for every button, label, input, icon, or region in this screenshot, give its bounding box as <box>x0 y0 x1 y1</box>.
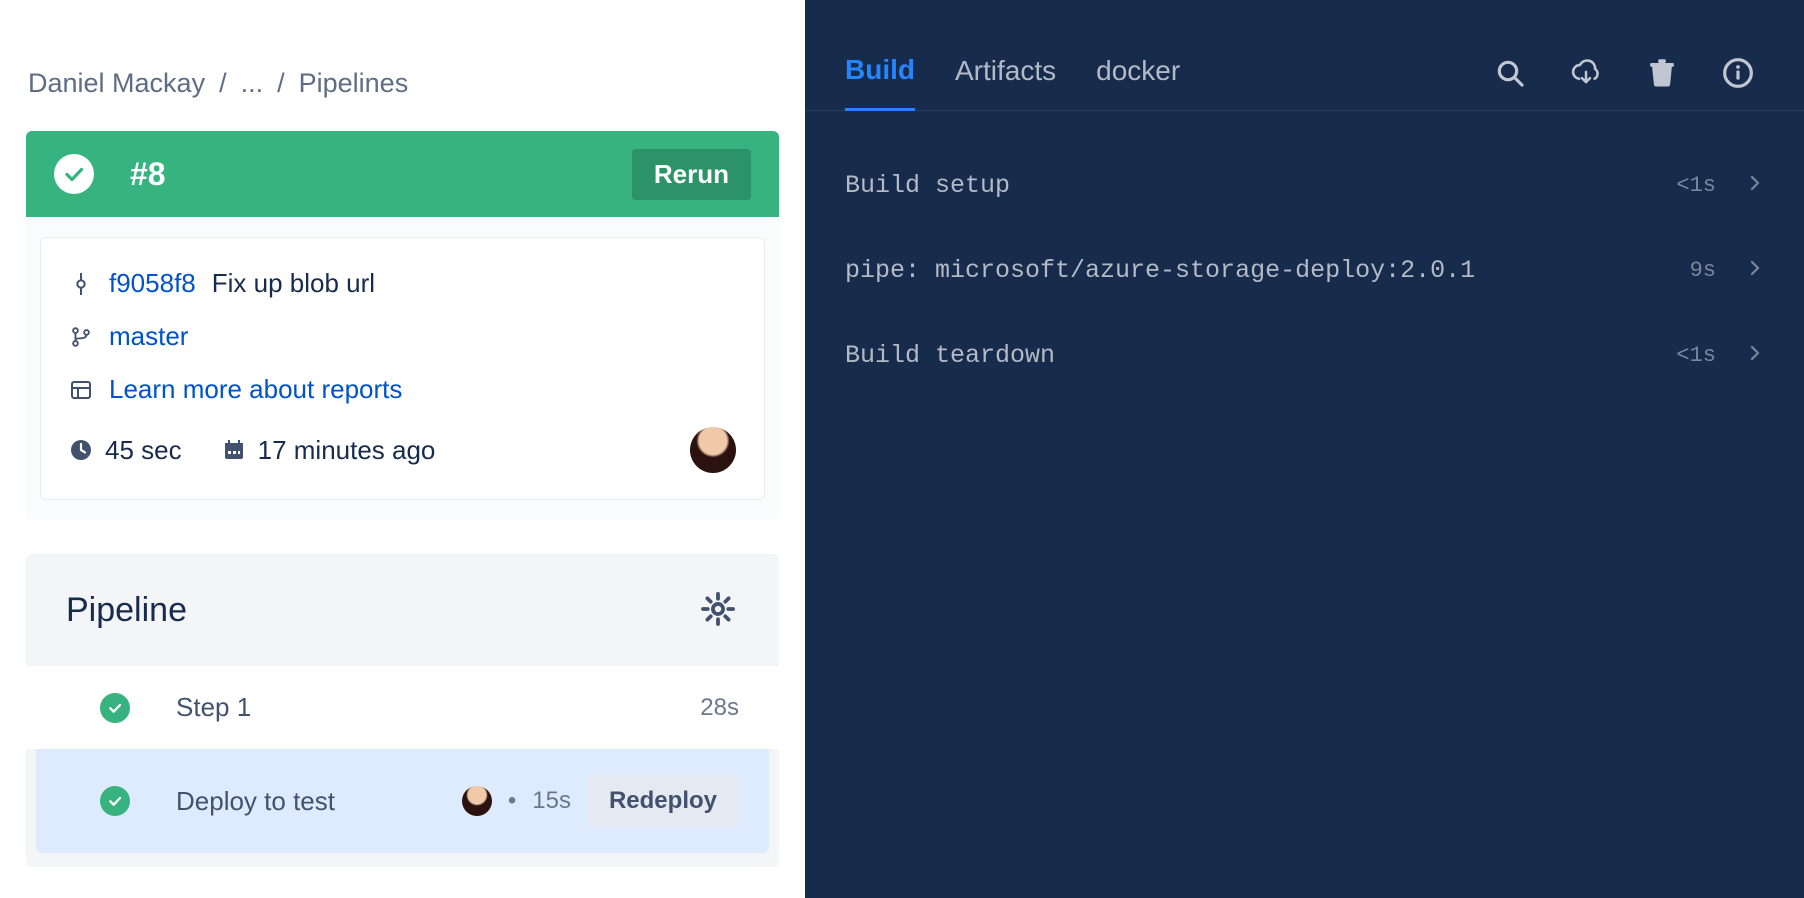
pipeline-settings-button[interactable] <box>699 590 739 630</box>
breadcrumb-sep: / <box>219 68 227 99</box>
duration-text: 45 sec <box>105 435 182 466</box>
left-panel: Daniel Mackay / ... / Pipelines #8 Rerun… <box>0 0 805 898</box>
download-cloud-icon[interactable] <box>1570 57 1602 89</box>
run-card: f9058f8 Fix up blob url master Learn mor… <box>26 217 779 520</box>
log-row[interactable]: Build teardown <1s <box>845 313 1764 398</box>
log-label: pipe: microsoft/azure-storage-deploy:2.0… <box>845 256 1690 285</box>
log-time: 9s <box>1690 258 1716 283</box>
step-label: Deploy to test <box>176 786 462 817</box>
duration: 45 sec <box>69 435 182 466</box>
chevron-right-icon <box>1746 256 1764 285</box>
right-panel: Build Artifacts docker Build setup <1s <box>805 0 1804 898</box>
report-icon <box>69 378 93 402</box>
commit-row: f9058f8 Fix up blob url <box>69 268 736 299</box>
step-list: Step 1 28s Deploy to test • 15s Redeploy <box>26 666 779 853</box>
branch-icon <box>69 325 93 349</box>
log-row[interactable]: pipe: microsoft/azure-storage-deploy:2.0… <box>845 228 1764 313</box>
rerun-button[interactable]: Rerun <box>632 149 751 200</box>
timestamp-text: 17 minutes ago <box>258 435 436 466</box>
commit-hash-link[interactable]: f9058f8 <box>109 268 196 299</box>
step-success-icon <box>100 693 130 723</box>
info-icon[interactable] <box>1722 57 1754 89</box>
success-status-icon <box>54 154 94 194</box>
branch-row: master <box>69 321 736 352</box>
breadcrumb-ellipsis[interactable]: ... <box>241 68 264 99</box>
log-time: <1s <box>1676 173 1716 198</box>
search-icon[interactable] <box>1494 57 1526 89</box>
tab-docker[interactable]: docker <box>1096 55 1180 109</box>
log-list: Build setup <1s pipe: microsoft/azure-st… <box>805 111 1804 398</box>
step-success-icon <box>100 786 130 816</box>
step-label: Step 1 <box>176 692 700 723</box>
step-avatar <box>462 786 492 816</box>
reports-link[interactable]: Learn more about reports <box>109 374 402 405</box>
pipeline-card: Pipeline Step 1 28s Deploy to test <box>26 554 779 867</box>
calendar-icon <box>222 438 246 462</box>
step-bullet: • <box>508 787 516 815</box>
pipeline-step[interactable]: Step 1 28s <box>26 666 779 749</box>
timestamp: 17 minutes ago <box>222 435 436 466</box>
chevron-right-icon <box>1746 341 1764 370</box>
run-header: #8 Rerun <box>26 131 779 217</box>
chevron-right-icon <box>1746 171 1764 200</box>
tabs-row: Build Artifacts docker <box>805 54 1804 111</box>
trash-icon[interactable] <box>1646 57 1678 89</box>
tab-build[interactable]: Build <box>845 54 915 111</box>
run-info: f9058f8 Fix up blob url master Learn mor… <box>40 237 765 500</box>
commit-message: Fix up blob url <box>212 268 375 299</box>
log-label: Build teardown <box>845 341 1676 370</box>
tool-icons <box>1494 57 1764 107</box>
reports-row: Learn more about reports <box>69 374 736 405</box>
step-duration: 15s <box>532 787 571 815</box>
breadcrumb: Daniel Mackay / ... / Pipelines <box>0 68 805 99</box>
step-duration: 28s <box>700 694 739 722</box>
breadcrumb-sep: / <box>277 68 285 99</box>
pipeline-step[interactable]: Deploy to test • 15s Redeploy <box>36 749 769 853</box>
tab-artifacts[interactable]: Artifacts <box>955 55 1056 109</box>
meta-row: 45 sec 17 minutes ago <box>69 427 736 473</box>
log-row[interactable]: Build setup <1s <box>845 143 1764 228</box>
clock-icon <box>69 438 93 462</box>
branch-link[interactable]: master <box>109 321 188 352</box>
avatar[interactable] <box>690 427 736 473</box>
commit-icon <box>69 272 93 296</box>
breadcrumb-page[interactable]: Pipelines <box>299 68 409 99</box>
log-time: <1s <box>1676 343 1716 368</box>
redeploy-button[interactable]: Redeploy <box>587 775 739 827</box>
pipeline-header: Pipeline <box>26 554 779 666</box>
log-label: Build setup <box>845 171 1676 200</box>
breadcrumb-owner[interactable]: Daniel Mackay <box>28 68 205 99</box>
run-number: #8 <box>130 156 632 193</box>
pipeline-title: Pipeline <box>66 591 699 630</box>
